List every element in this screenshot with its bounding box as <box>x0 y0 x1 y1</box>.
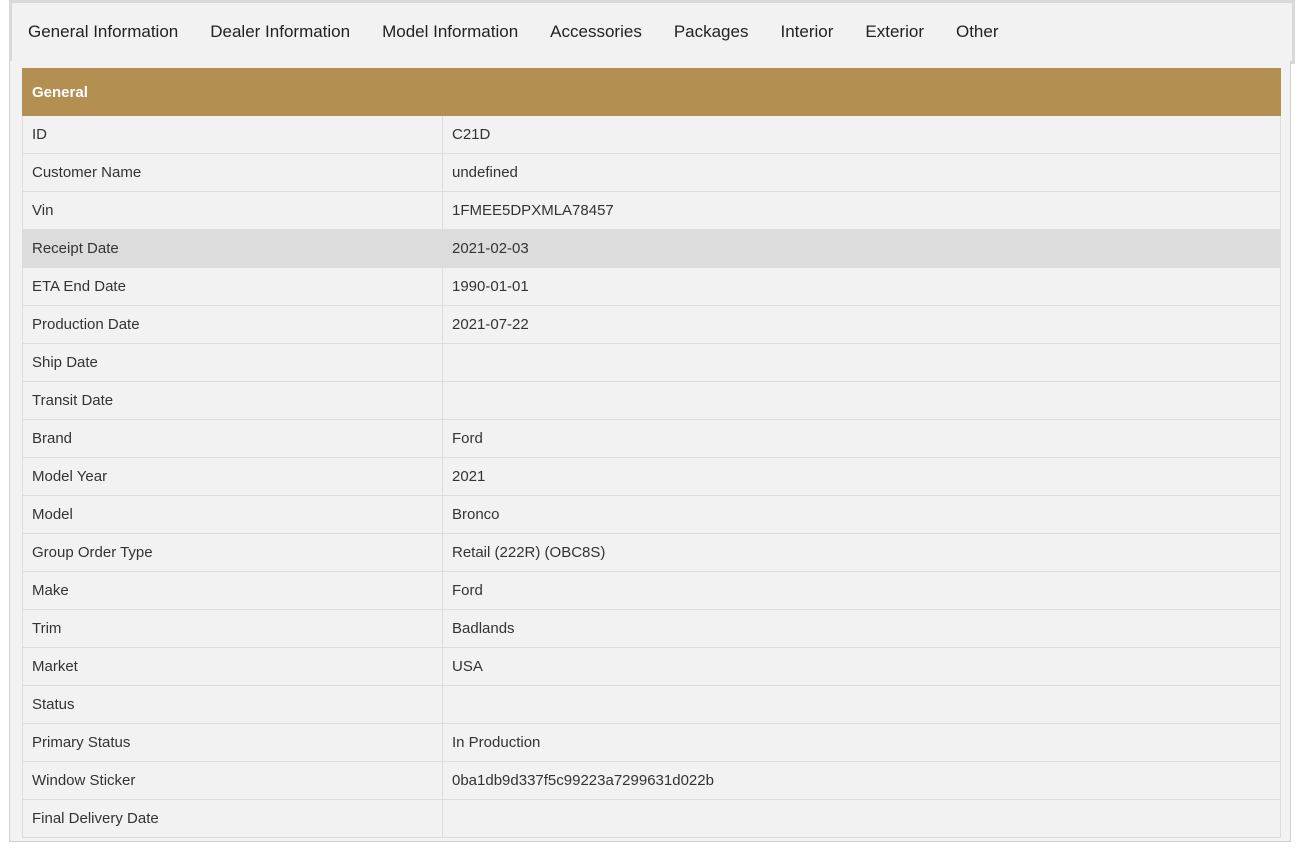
table-row: Final Delivery Date <box>22 799 1281 838</box>
row-field-label: Ship Date <box>22 343 443 382</box>
row-field-label: Group Order Type <box>22 533 443 572</box>
row-field-value: Badlands <box>442 609 1281 648</box>
row-field-label: Market <box>22 647 443 686</box>
row-field-label: Window Sticker <box>22 761 443 800</box>
table-row: Model Bronco <box>22 495 1281 534</box>
row-field-label: Transit Date <box>22 381 443 420</box>
row-field-value: 1990-01-01 <box>442 267 1281 306</box>
table-row: Brand Ford <box>22 419 1281 458</box>
row-field-value: Ford <box>442 571 1281 610</box>
row-field-value: 1FMEE5DPXMLA78457 <box>442 191 1281 230</box>
row-field-label: Production Date <box>22 305 443 344</box>
general-information-panel: General ID C21D Customer Name undefined … <box>9 61 1291 842</box>
tab-interior[interactable]: Interior <box>764 22 849 42</box>
row-field-value: USA <box>442 647 1281 686</box>
tab-general-information[interactable]: General Information <box>12 22 194 42</box>
tab-packages[interactable]: Packages <box>658 22 765 42</box>
table-header-value <box>442 68 1281 116</box>
tab-bar: General Information Dealer Information M… <box>9 0 1295 64</box>
table-row: Market USA <box>22 647 1281 686</box>
table-row: ID C21D <box>22 115 1281 154</box>
table-row: Production Date 2021-07-22 <box>22 305 1281 344</box>
row-field-label: ETA End Date <box>22 267 443 306</box>
row-field-label: Trim <box>22 609 443 648</box>
table-row: Make Ford <box>22 571 1281 610</box>
row-field-value: 0ba1db9d337f5c99223a7299631d022b <box>442 761 1281 800</box>
row-field-value: Retail (222R) (OBC8S) <box>442 533 1281 572</box>
row-field-label: Final Delivery Date <box>22 799 443 838</box>
row-field-value <box>442 343 1281 382</box>
row-field-value: undefined <box>442 153 1281 192</box>
tab-accessories[interactable]: Accessories <box>534 22 658 42</box>
tab-other[interactable]: Other <box>940 22 1015 42</box>
row-field-label: Model <box>22 495 443 534</box>
table-row: Status <box>22 685 1281 724</box>
row-field-label: Model Year <box>22 457 443 496</box>
tab-exterior[interactable]: Exterior <box>849 22 940 42</box>
row-field-label: Receipt Date <box>22 229 443 268</box>
tab-model-information[interactable]: Model Information <box>366 22 534 42</box>
row-field-value <box>442 381 1281 420</box>
table-row: Primary Status In Production <box>22 723 1281 762</box>
table-header-field: General <box>22 68 443 116</box>
row-field-value: In Production <box>442 723 1281 762</box>
table-row: Group Order Type Retail (222R) (OBC8S) <box>22 533 1281 572</box>
row-field-value: 2021-07-22 <box>442 305 1281 344</box>
row-field-label: Customer Name <box>22 153 443 192</box>
row-field-value <box>442 685 1281 724</box>
row-field-label: Primary Status <box>22 723 443 762</box>
table-row: Customer Name undefined <box>22 153 1281 192</box>
row-field-label: Status <box>22 685 443 724</box>
general-info-table: General ID C21D Customer Name undefined … <box>22 68 1281 838</box>
tab-dealer-information[interactable]: Dealer Information <box>194 22 366 42</box>
row-field-value <box>442 799 1281 838</box>
table-row: Vin 1FMEE5DPXMLA78457 <box>22 191 1281 230</box>
row-field-value: 2021 <box>442 457 1281 496</box>
row-field-label: ID <box>22 115 443 154</box>
row-field-value: Ford <box>442 419 1281 458</box>
table-row: Trim Badlands <box>22 609 1281 648</box>
table-row-highlighted: Receipt Date 2021-02-03 <box>22 229 1281 268</box>
row-field-value: 2021-02-03 <box>442 229 1281 268</box>
row-field-label: Vin <box>22 191 443 230</box>
table-row: Model Year 2021 <box>22 457 1281 496</box>
row-field-label: Make <box>22 571 443 610</box>
table-row: Window Sticker 0ba1db9d337f5c99223a72996… <box>22 761 1281 800</box>
row-field-label: Brand <box>22 419 443 458</box>
table-row: Ship Date <box>22 343 1281 382</box>
row-field-value: C21D <box>442 115 1281 154</box>
table-row: ETA End Date 1990-01-01 <box>22 267 1281 306</box>
table-header-row: General <box>22 68 1281 116</box>
row-field-value: Bronco <box>442 495 1281 534</box>
table-row: Transit Date <box>22 381 1281 420</box>
